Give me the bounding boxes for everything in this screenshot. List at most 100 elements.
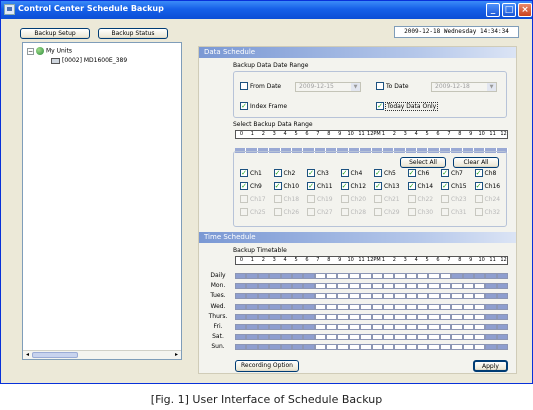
- hour-cell[interactable]: [417, 283, 429, 290]
- hour-cell[interactable]: [371, 334, 383, 341]
- hour-cell[interactable]: [417, 324, 429, 330]
- hour-cell[interactable]: [394, 283, 406, 290]
- hour-cell[interactable]: [496, 273, 508, 279]
- hour-cell[interactable]: [394, 313, 406, 320]
- hour-cell[interactable]: [235, 283, 247, 290]
- hour-cell[interactable]: [303, 324, 315, 330]
- hour-cell[interactable]: [257, 334, 270, 341]
- hour-cell[interactable]: [439, 344, 452, 351]
- hour-cell[interactable]: [485, 313, 497, 320]
- hour-cell[interactable]: [451, 344, 463, 351]
- hour-cell[interactable]: [314, 293, 326, 300]
- hour-cell[interactable]: [246, 293, 258, 300]
- hour-cell[interactable]: [405, 313, 417, 320]
- hour-cell[interactable]: [326, 283, 338, 290]
- channel-checkbox[interactable]: ✓: [240, 169, 248, 177]
- hour-cell[interactable]: [326, 293, 338, 300]
- hour-cell[interactable]: [417, 273, 429, 279]
- hour-cell[interactable]: [451, 283, 463, 290]
- hour-cell[interactable]: [257, 344, 270, 351]
- hour-cell[interactable]: [462, 293, 474, 300]
- hour-cell[interactable]: [280, 283, 292, 290]
- tree-unit-node[interactable]: [0002] MD1600E_389: [51, 57, 127, 66]
- unit-tree[interactable]: − My Units [0002] MD1600E_389 ◂ ▸: [22, 42, 182, 360]
- hour-cell[interactable]: [451, 334, 463, 341]
- apply-button[interactable]: Apply: [473, 360, 508, 372]
- hour-cell[interactable]: [439, 334, 452, 341]
- hour-cell[interactable]: [462, 324, 474, 330]
- hour-cell[interactable]: [371, 313, 383, 320]
- hour-cell[interactable]: [473, 283, 486, 290]
- hour-cell[interactable]: [394, 334, 406, 341]
- channel-checkbox[interactable]: ✓: [340, 182, 349, 190]
- hour-cell[interactable]: [269, 334, 281, 341]
- hour-cell[interactable]: [280, 273, 292, 279]
- hour-cell[interactable]: [473, 344, 486, 351]
- hour-cell[interactable]: [235, 273, 247, 279]
- to-date-checkbox[interactable]: [376, 82, 384, 90]
- hour-cell[interactable]: [348, 334, 361, 341]
- close-button[interactable]: ×: [518, 3, 532, 17]
- hour-cell[interactable]: [428, 313, 440, 320]
- minimize-button[interactable]: _: [486, 3, 500, 17]
- hour-cell[interactable]: [235, 334, 247, 341]
- today-only-checkbox[interactable]: ✓: [376, 102, 384, 110]
- hour-cell[interactable]: [246, 273, 258, 279]
- hour-cell[interactable]: [405, 273, 417, 279]
- hour-cell[interactable]: [269, 344, 281, 351]
- hour-cell[interactable]: [337, 273, 349, 279]
- tree-root-node[interactable]: − My Units: [27, 47, 72, 56]
- hour-cell[interactable]: [371, 303, 383, 310]
- hour-cell[interactable]: [246, 324, 258, 330]
- hour-cell[interactable]: [326, 273, 338, 279]
- hour-cell[interactable]: [428, 273, 440, 279]
- hour-cell[interactable]: [417, 313, 429, 320]
- hour-cell[interactable]: [303, 334, 315, 341]
- from-date-checkbox[interactable]: [240, 82, 248, 90]
- hour-cell[interactable]: [462, 334, 474, 341]
- hour-cell[interactable]: [360, 313, 372, 320]
- hour-cell[interactable]: [405, 303, 417, 310]
- hour-cell[interactable]: [235, 293, 247, 300]
- hour-cell[interactable]: [394, 324, 406, 330]
- hour-cell[interactable]: [496, 334, 508, 341]
- hour-cell[interactable]: [303, 313, 315, 320]
- hour-cell[interactable]: [439, 324, 452, 330]
- hour-cell[interactable]: [462, 313, 474, 320]
- hour-cell[interactable]: [394, 293, 406, 300]
- chevron-down-icon[interactable]: ▼: [351, 83, 360, 91]
- hour-cell[interactable]: [371, 283, 383, 290]
- hour-cell[interactable]: [428, 324, 440, 330]
- hour-cell[interactable]: [360, 334, 372, 341]
- hour-cell[interactable]: [314, 324, 326, 330]
- hour-cell[interactable]: [269, 293, 281, 300]
- hour-cell[interactable]: [246, 334, 258, 341]
- hour-cell[interactable]: [280, 293, 292, 300]
- hour-cell[interactable]: [348, 303, 361, 310]
- hour-cell[interactable]: [235, 344, 247, 351]
- channel-checkbox[interactable]: ✓: [240, 182, 248, 190]
- hour-cell[interactable]: [280, 334, 292, 341]
- channel-checkbox[interactable]: ✓: [474, 182, 483, 190]
- hour-cell[interactable]: [451, 293, 463, 300]
- hour-cell[interactable]: [417, 334, 429, 341]
- hour-cell[interactable]: [382, 324, 395, 330]
- hour-cell[interactable]: [337, 303, 349, 310]
- hour-cell[interactable]: [291, 293, 304, 300]
- hour-cell[interactable]: [371, 293, 383, 300]
- hour-cell[interactable]: [360, 273, 372, 279]
- hour-cell[interactable]: [382, 344, 395, 351]
- recording-option-button[interactable]: Recording Option: [235, 360, 299, 372]
- hour-cell[interactable]: [280, 313, 292, 320]
- maximize-button[interactable]: □: [502, 3, 516, 17]
- hour-cell[interactable]: [246, 283, 258, 290]
- channel-checkbox[interactable]: ✓: [374, 182, 382, 190]
- hour-cell[interactable]: [428, 293, 440, 300]
- hour-cell[interactable]: [485, 273, 497, 279]
- hour-cell[interactable]: [314, 334, 326, 341]
- hour-cell[interactable]: [382, 334, 395, 341]
- hour-cell[interactable]: [462, 303, 474, 310]
- hour-cell[interactable]: [337, 293, 349, 300]
- hour-cell[interactable]: [496, 344, 508, 351]
- hour-cell[interactable]: [473, 293, 486, 300]
